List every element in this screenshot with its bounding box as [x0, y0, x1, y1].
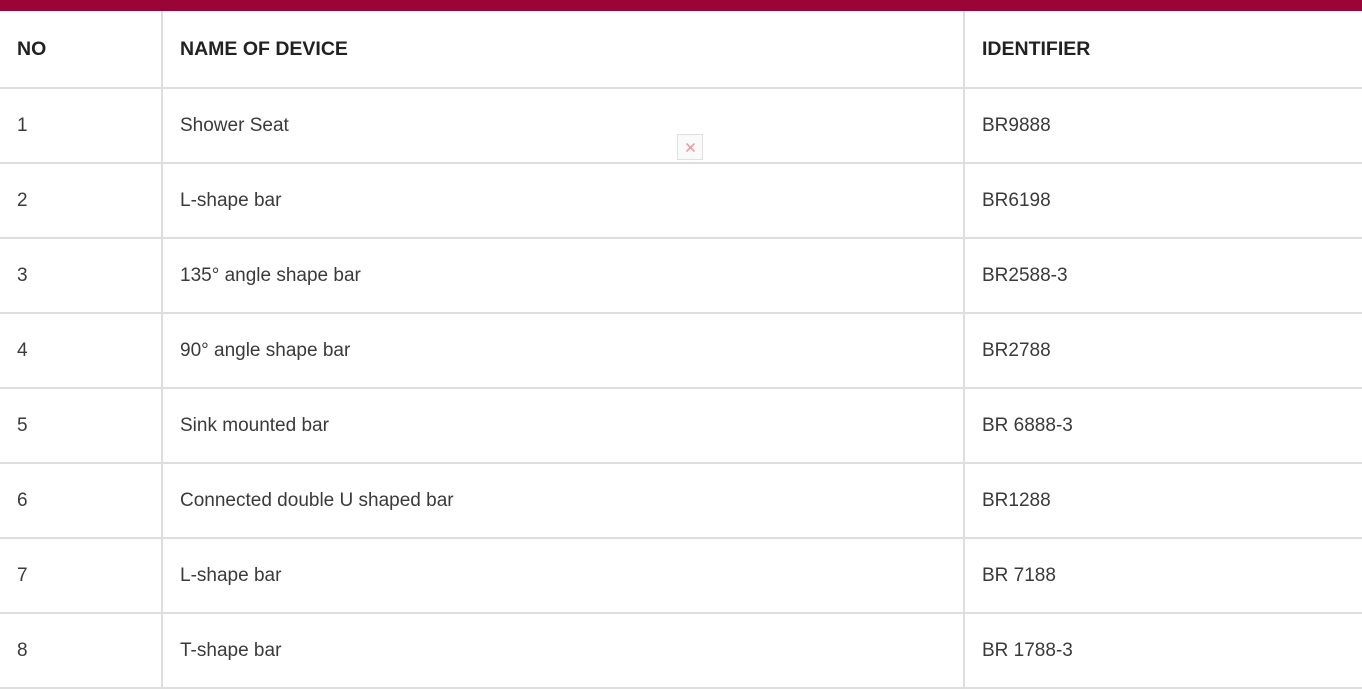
table-header-row: NO NAME OF DEVICE IDENTIFIER: [0, 11, 1362, 89]
cell-no: 4: [0, 312, 163, 389]
table-row: 8 T-shape bar BR 1788-3: [0, 612, 1362, 689]
cell-identifier: BR9888: [963, 87, 1362, 164]
cell-no: 7: [0, 537, 163, 614]
top-accent-bar: [0, 0, 1362, 11]
cell-no: 3: [0, 237, 163, 314]
cell-identifier: BR2788: [963, 312, 1362, 389]
close-icon: [686, 143, 695, 152]
header-identifier: IDENTIFIER: [963, 11, 1362, 89]
cell-device-name: T-shape bar: [161, 612, 965, 689]
cell-identifier: BR 1788-3: [963, 612, 1362, 689]
cell-no: 8: [0, 612, 163, 689]
header-name-of-device: NAME OF DEVICE: [161, 11, 965, 89]
cell-identifier: BR6198: [963, 162, 1362, 239]
device-table-container: NO NAME OF DEVICE IDENTIFIER 1 Shower Se…: [0, 11, 1362, 689]
cell-identifier: BR1288: [963, 462, 1362, 539]
broken-image-icon: [677, 134, 703, 160]
table-row: 6 Connected double U shaped bar BR1288: [0, 462, 1362, 539]
cell-no: 5: [0, 387, 163, 464]
cell-device-name: L-shape bar: [161, 162, 965, 239]
table-row: 7 L-shape bar BR 7188: [0, 537, 1362, 614]
cell-device-name: Sink mounted bar: [161, 387, 965, 464]
cell-device-name: L-shape bar: [161, 537, 965, 614]
cell-identifier: BR2588-3: [963, 237, 1362, 314]
cell-no: 2: [0, 162, 163, 239]
table-row: 3 135° angle shape bar BR2588-3: [0, 237, 1362, 314]
cell-device-name: 135° angle shape bar: [161, 237, 965, 314]
device-table: NO NAME OF DEVICE IDENTIFIER 1 Shower Se…: [0, 11, 1362, 689]
header-no: NO: [0, 11, 163, 89]
cell-identifier: BR 7188: [963, 537, 1362, 614]
cell-no: 1: [0, 87, 163, 164]
table-row: 2 L-shape bar BR6198: [0, 162, 1362, 239]
cell-device-name: Shower Seat: [161, 87, 965, 164]
cell-identifier: BR 6888-3: [963, 387, 1362, 464]
cell-device-name: Connected double U shaped bar: [161, 462, 965, 539]
table-row: 4 90° angle shape bar BR2788: [0, 312, 1362, 389]
cell-no: 6: [0, 462, 163, 539]
table-row: 5 Sink mounted bar BR 6888-3: [0, 387, 1362, 464]
cell-device-name: 90° angle shape bar: [161, 312, 965, 389]
